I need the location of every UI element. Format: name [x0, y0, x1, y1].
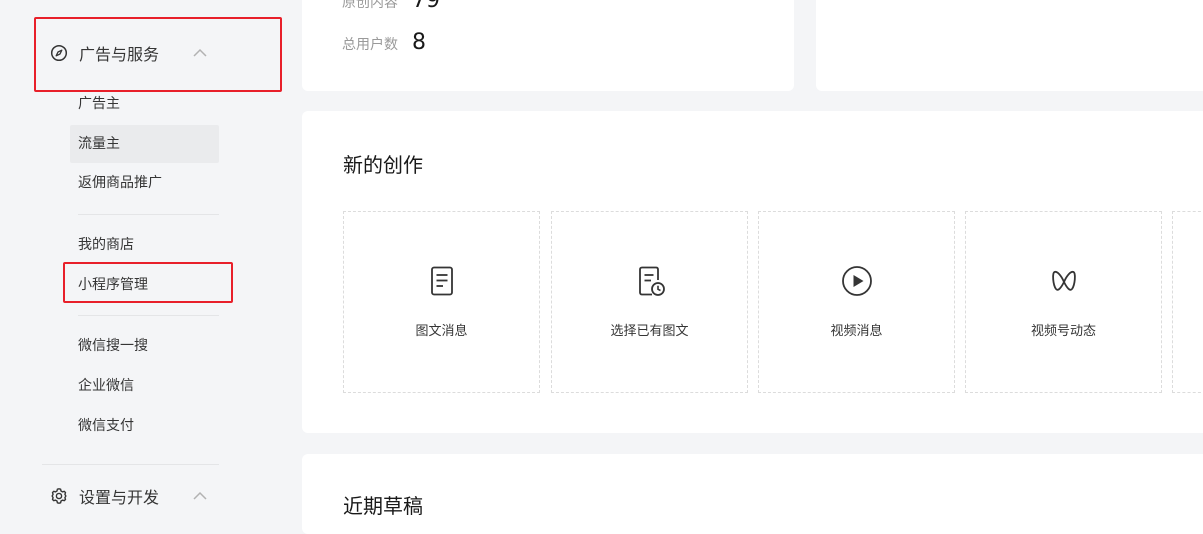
gear-icon [49, 486, 69, 506]
tile-video-message-label: 视频消息 [830, 324, 883, 339]
sidebar-item-my-store[interactable]: 我的商店 [70, 226, 219, 264]
stats-card: 原创内容 79 总用户数 8 [302, 0, 794, 91]
sidebar-divider [78, 214, 219, 215]
sidebar-item-wecom[interactable]: 企业微信 [70, 367, 219, 405]
sidebar-section-settings-dev-label: 设置与开发 [79, 488, 160, 507]
tile-article-message[interactable]: 图文消息 [343, 211, 540, 393]
new-creation-title: 新的创作 [343, 153, 423, 177]
sidebar-divider [42, 464, 219, 465]
stat-original-content-label: 原创内容 [342, 0, 398, 11]
stat-original-content-value: 79 [412, 0, 440, 13]
sidebar-section-settings-dev[interactable]: 设置与开发 [42, 476, 242, 516]
document-icon [430, 266, 453, 296]
chevron-up-icon[interactable] [192, 488, 208, 504]
sidebar-item-publisher[interactable]: 流量主 [70, 125, 219, 163]
recent-drafts-title: 近期草稿 [343, 494, 423, 518]
top-right-card [816, 0, 1203, 91]
sidebar: 广告与服务 广告主 流量主 返佣商品推广 我的商店 小程序管理 微信搜一搜 企业… [0, 0, 300, 507]
recent-drafts-card: 近期草稿 [302, 454, 1203, 534]
stat-total-users-value: 8 [412, 30, 426, 55]
sidebar-item-mini-program-management[interactable]: 小程序管理 [70, 266, 219, 304]
stat-original-content: 原创内容 79 [342, 0, 440, 13]
sidebar-section-ad-services[interactable]: 广告与服务 [42, 33, 242, 73]
tile-video-message[interactable]: 视频消息 [758, 211, 955, 393]
tile-select-existing-article[interactable]: 选择已有图文 [551, 211, 748, 393]
chevron-up-icon[interactable] [192, 45, 208, 61]
document-clock-icon [638, 266, 665, 296]
compass-icon [49, 43, 69, 63]
sidebar-section-ad-services-label: 广告与服务 [79, 45, 160, 64]
play-circle-icon [841, 266, 872, 296]
stat-total-users: 总用户数 8 [342, 30, 426, 55]
tile-article-message-label: 图文消息 [415, 324, 468, 339]
new-creation-card: 新的创作 图文消息 选择已有图文 视频消息 视频号动态 [302, 111, 1203, 433]
tile-partial[interactable] [1172, 211, 1203, 393]
channels-butterfly-icon [1051, 270, 1076, 291]
tile-channels-post-label: 视频号动态 [1030, 324, 1096, 339]
tile-channels-post[interactable]: 视频号动态 [965, 211, 1162, 393]
sidebar-item-advertiser[interactable]: 广告主 [70, 85, 219, 123]
stat-total-users-label: 总用户数 [342, 37, 398, 53]
sidebar-item-wechat-search[interactable]: 微信搜一搜 [70, 327, 219, 365]
sidebar-item-commission-promotion[interactable]: 返佣商品推广 [70, 164, 219, 202]
tile-select-existing-article-label: 选择已有图文 [610, 324, 689, 339]
sidebar-item-wechat-pay[interactable]: 微信支付 [70, 407, 219, 445]
sidebar-divider [78, 315, 219, 316]
